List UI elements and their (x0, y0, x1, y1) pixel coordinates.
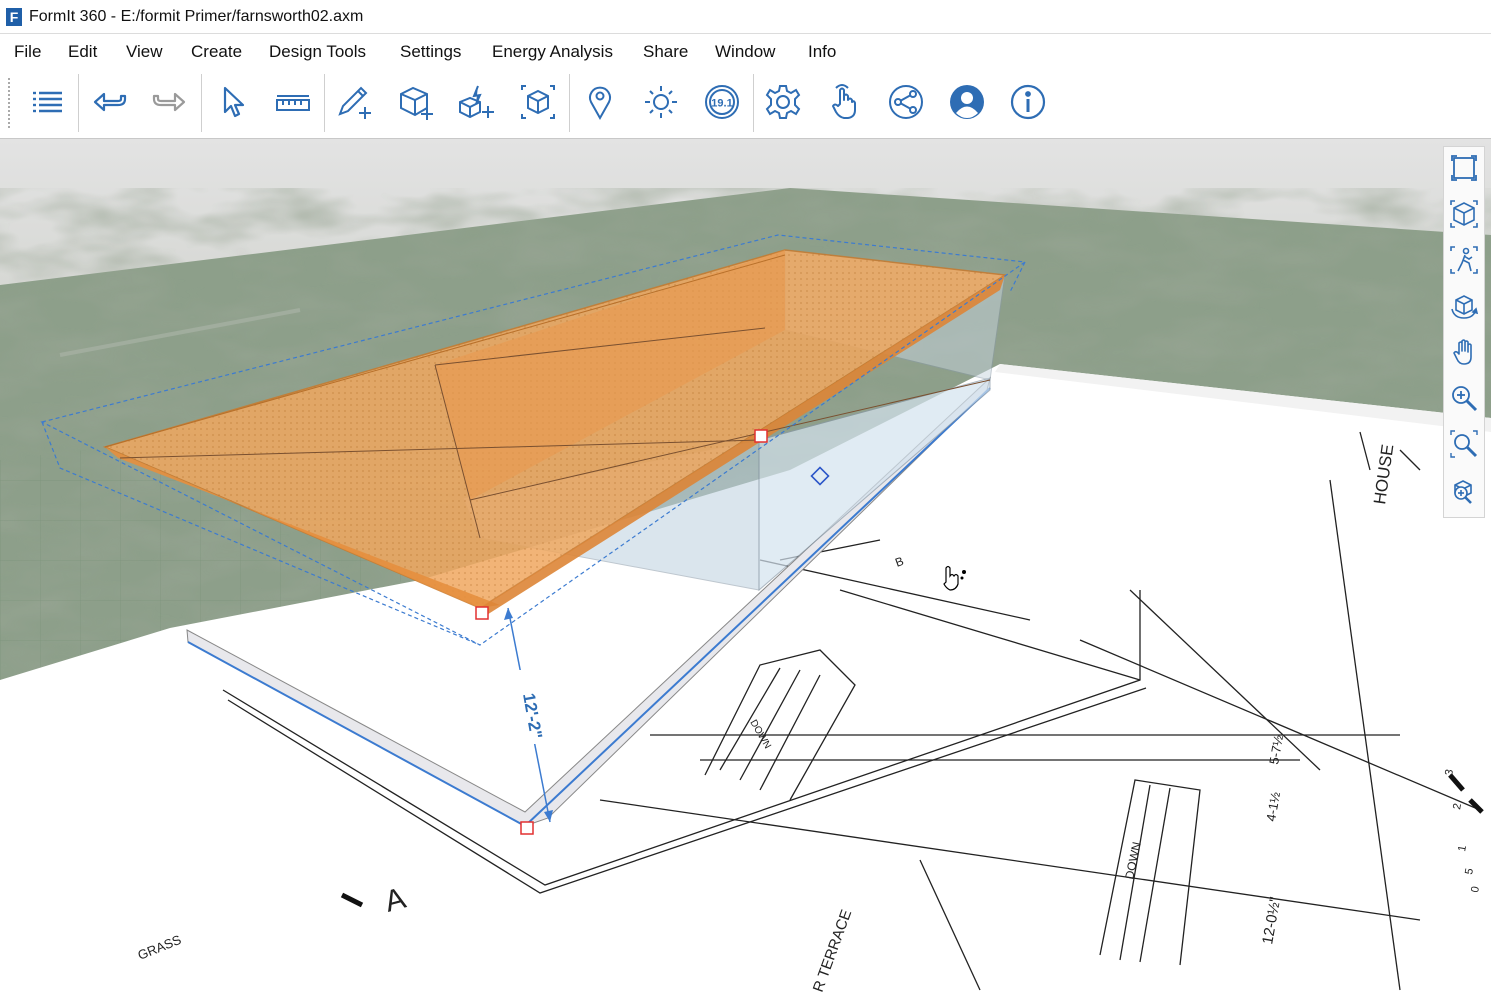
select-cursor-icon[interactable] (208, 80, 256, 124)
group-icon[interactable] (514, 80, 562, 124)
sketch-pencil-icon[interactable] (330, 80, 378, 124)
menu-info[interactable]: Info (808, 42, 836, 62)
walk-through-icon[interactable] (1447, 243, 1481, 277)
level-icon[interactable]: 19.1 (698, 80, 746, 124)
title-bar: F FormIt 360 - E:/formit Primer/farnswor… (0, 0, 1491, 34)
settings-gear-icon[interactable] (759, 80, 807, 124)
measure-tape-icon[interactable] (269, 80, 317, 124)
solid-tools-icon[interactable] (452, 80, 500, 124)
toolbar-separator (78, 74, 79, 132)
info-icon[interactable] (1004, 80, 1052, 124)
sun-shadow-icon[interactable] (637, 80, 685, 124)
navigation-bar (1443, 146, 1485, 518)
zoom-selection-icon[interactable] (1447, 473, 1481, 507)
view-cube-icon[interactable] (1447, 197, 1481, 231)
pan-hand-icon[interactable] (1447, 335, 1481, 369)
menu-window[interactable]: Window (715, 42, 775, 62)
location-pin-icon[interactable] (576, 80, 624, 124)
zoom-icon[interactable] (1447, 381, 1481, 415)
menu-view[interactable]: View (126, 42, 163, 62)
toolbar-separator (569, 74, 570, 132)
menu-edit[interactable]: Edit (68, 42, 97, 62)
toolbar-separator (753, 74, 754, 132)
menu-create[interactable]: Create (191, 42, 242, 62)
scene-canvas[interactable]: GRASS A B DOWN DOWN R TERRACE HOUSE 5-7½… (0, 139, 1491, 993)
grip-handle[interactable] (754, 429, 768, 443)
redo-icon[interactable] (145, 80, 193, 124)
main-toolbar: 19.1 (0, 68, 1491, 139)
menu-bar: File Edit View Create Design Tools Setti… (0, 34, 1491, 68)
zoom-window-icon[interactable] (1447, 427, 1481, 461)
gesture-hand-icon[interactable] (820, 80, 868, 124)
toolbar-separator (324, 74, 325, 132)
3d-viewport[interactable]: GRASS A B DOWN DOWN R TERRACE HOUSE 5-7½… (0, 139, 1491, 993)
window-title: FormIt 360 - E:/formit Primer/farnsworth… (29, 8, 364, 25)
orbit-icon[interactable] (1447, 289, 1481, 323)
undo-icon[interactable] (86, 80, 134, 124)
level-value: 19.1 (711, 98, 732, 110)
add-solid-icon[interactable] (391, 80, 439, 124)
app-logo-icon: F (6, 8, 22, 26)
toolbar-separator (201, 74, 202, 132)
menu-file[interactable]: File (14, 42, 41, 62)
layers-list-icon[interactable] (23, 80, 71, 124)
share-icon[interactable] (882, 80, 930, 124)
toolbar-grip[interactable] (8, 78, 13, 128)
menu-settings[interactable]: Settings (400, 42, 461, 62)
menu-energy-analysis[interactable]: Energy Analysis (492, 42, 613, 62)
user-profile-icon[interactable] (943, 80, 991, 124)
grip-handle[interactable] (475, 606, 489, 620)
grip-handle[interactable] (520, 821, 534, 835)
menu-design-tools[interactable]: Design Tools (269, 42, 366, 62)
menu-share[interactable]: Share (643, 42, 688, 62)
zoom-extents-icon[interactable] (1447, 151, 1481, 185)
